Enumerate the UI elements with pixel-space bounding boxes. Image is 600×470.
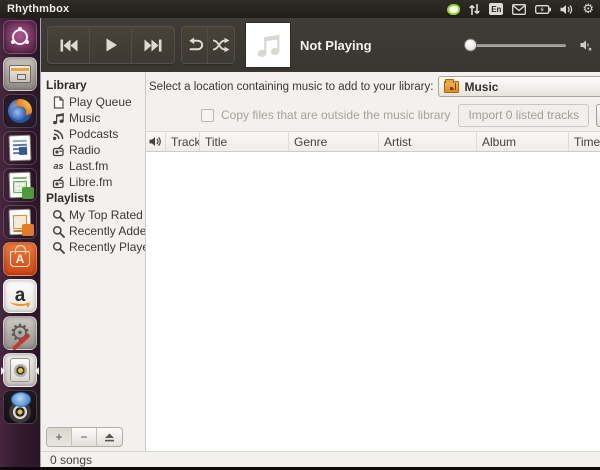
source-sidebar: Library Play Queue Music Podcasts Radio — [41, 72, 146, 451]
import-location-row: Select a location containing music to ad… — [146, 72, 600, 99]
player-toolbar: Not Playing — [41, 18, 600, 72]
column-header-artist[interactable]: Artist — [379, 132, 477, 151]
document-icon — [52, 96, 65, 109]
launcher-icon-system-settings[interactable]: ⚙ — [3, 316, 37, 350]
import-options-row: Copy files that are outside the music li… — [146, 99, 600, 132]
launcher-icon-firefox[interactable] — [3, 94, 37, 128]
location-dropdown[interactable]: Music — [438, 76, 600, 97]
playing-indicator-column[interactable] — [146, 132, 166, 151]
launcher-icon-rhythmbox[interactable] — [3, 353, 37, 387]
music-folder-icon — [444, 81, 459, 93]
sidebar-item-radio[interactable]: Radio — [45, 142, 145, 158]
copy-files-checkbox[interactable] — [201, 109, 214, 122]
top-panel: Rhythmbox En ⚙ — [0, 0, 600, 18]
main-pane: Select a location containing music to ad… — [146, 72, 600, 451]
sidebar-item-recently-added[interactable]: Recently Added — [45, 223, 145, 239]
network-arrows-icon[interactable] — [469, 3, 480, 16]
sidebar-item-my-top-rated[interactable]: My Top Rated — [45, 207, 145, 223]
sidebar-item-play-queue[interactable]: Play Queue — [45, 94, 145, 110]
shuffle-button[interactable] — [208, 27, 234, 63]
lastfm-icon: as — [52, 161, 65, 171]
close-button[interactable]: Close — [596, 104, 600, 127]
playback-mode-controls — [181, 26, 235, 64]
play-button[interactable] — [90, 27, 132, 63]
location-value: Music — [464, 80, 498, 94]
sidebar-item-podcasts[interactable]: Podcasts — [45, 126, 145, 142]
sidebar-item-lastfm[interactable]: as Last.fm — [45, 158, 145, 174]
volume-slider-handle[interactable] — [464, 39, 477, 52]
status-bar: 0 songs — [41, 451, 600, 467]
repeat-button[interactable] — [182, 27, 208, 63]
next-button[interactable] — [132, 27, 174, 63]
volume-slider[interactable] — [466, 44, 566, 47]
album-art-placeholder — [245, 22, 291, 68]
window-title: Rhythmbox — [7, 3, 69, 15]
radio-icon — [52, 176, 65, 189]
launcher-icon-files[interactable] — [3, 57, 37, 91]
location-label: Select a location containing music to ad… — [149, 81, 433, 93]
launcher-icon-software-center[interactable]: A — [3, 242, 37, 276]
launcher-icon-amazon[interactable]: a — [3, 279, 37, 313]
sidebar-item-librefm[interactable]: Libre.fm — [45, 174, 145, 190]
import-tracks-button[interactable]: Import 0 listed tracks — [458, 104, 589, 127]
song-count: 0 songs — [50, 453, 92, 467]
volume-control — [466, 39, 592, 51]
status-indicator-icon[interactable] — [447, 4, 460, 15]
column-header-track[interactable]: Track — [166, 132, 200, 151]
window-content: Library Play Queue Music Podcasts Radio — [41, 72, 600, 451]
copy-files-label: Copy files that are outside the music li… — [221, 108, 450, 122]
eject-button[interactable] — [97, 428, 122, 446]
column-header-time[interactable]: Time — [569, 132, 600, 151]
battery-icon[interactable] — [535, 5, 551, 14]
podcast-icon — [52, 128, 65, 141]
column-header-genre[interactable]: Genre — [289, 132, 379, 151]
search-icon — [52, 225, 65, 238]
track-list-area[interactable] — [146, 152, 600, 451]
sidebar-item-music[interactable]: Music — [45, 110, 145, 126]
search-icon — [52, 209, 65, 222]
column-header-album[interactable]: Album — [477, 132, 569, 151]
remove-playlist-button[interactable]: − — [72, 428, 97, 446]
focused-indicator — [31, 367, 39, 375]
sidebar-item-recently-played[interactable]: Recently Played — [45, 239, 145, 255]
playlist-action-bar: + − — [41, 424, 145, 451]
music-note-icon — [253, 30, 283, 60]
launcher-icon-music-store[interactable] — [3, 390, 37, 424]
session-gear-icon[interactable]: ⚙ — [582, 3, 594, 16]
now-playing-status: Not Playing — [300, 38, 372, 53]
track-table-header: Track Title Genre Artist Album Time — [146, 132, 600, 152]
previous-button[interactable] — [48, 27, 90, 63]
speaker-icon — [149, 136, 162, 147]
mail-envelope-icon[interactable] — [512, 4, 526, 15]
launcher-icon-libreoffice-impress[interactable] — [3, 205, 37, 239]
volume-icon[interactable] — [560, 4, 573, 15]
launcher-icon-dash-home[interactable] — [3, 20, 37, 54]
launcher-icon-libreoffice-calc[interactable] — [3, 168, 37, 202]
eject-icon — [104, 433, 115, 442]
unity-launcher: A a ⚙ — [0, 18, 40, 470]
running-indicator — [1, 367, 9, 375]
section-header-library: Library — [45, 77, 145, 94]
search-icon — [52, 241, 65, 254]
column-header-title[interactable]: Title — [200, 132, 289, 151]
add-playlist-button[interactable]: + — [47, 428, 72, 446]
rhythmbox-window: Not Playing Library Play Queue — [40, 18, 600, 467]
radio-icon — [52, 144, 65, 157]
launcher-icon-libreoffice-writer[interactable] — [3, 131, 37, 165]
source-tree: Library Play Queue Music Podcasts Radio — [41, 72, 145, 424]
toolbar-volume-icon[interactable] — [580, 39, 592, 51]
keyboard-layout-indicator[interactable]: En — [489, 3, 503, 15]
transport-controls — [47, 26, 175, 64]
system-tray: En ⚙ — [447, 3, 594, 16]
section-header-playlists: Playlists — [45, 190, 145, 207]
music-notes-icon — [52, 112, 65, 125]
